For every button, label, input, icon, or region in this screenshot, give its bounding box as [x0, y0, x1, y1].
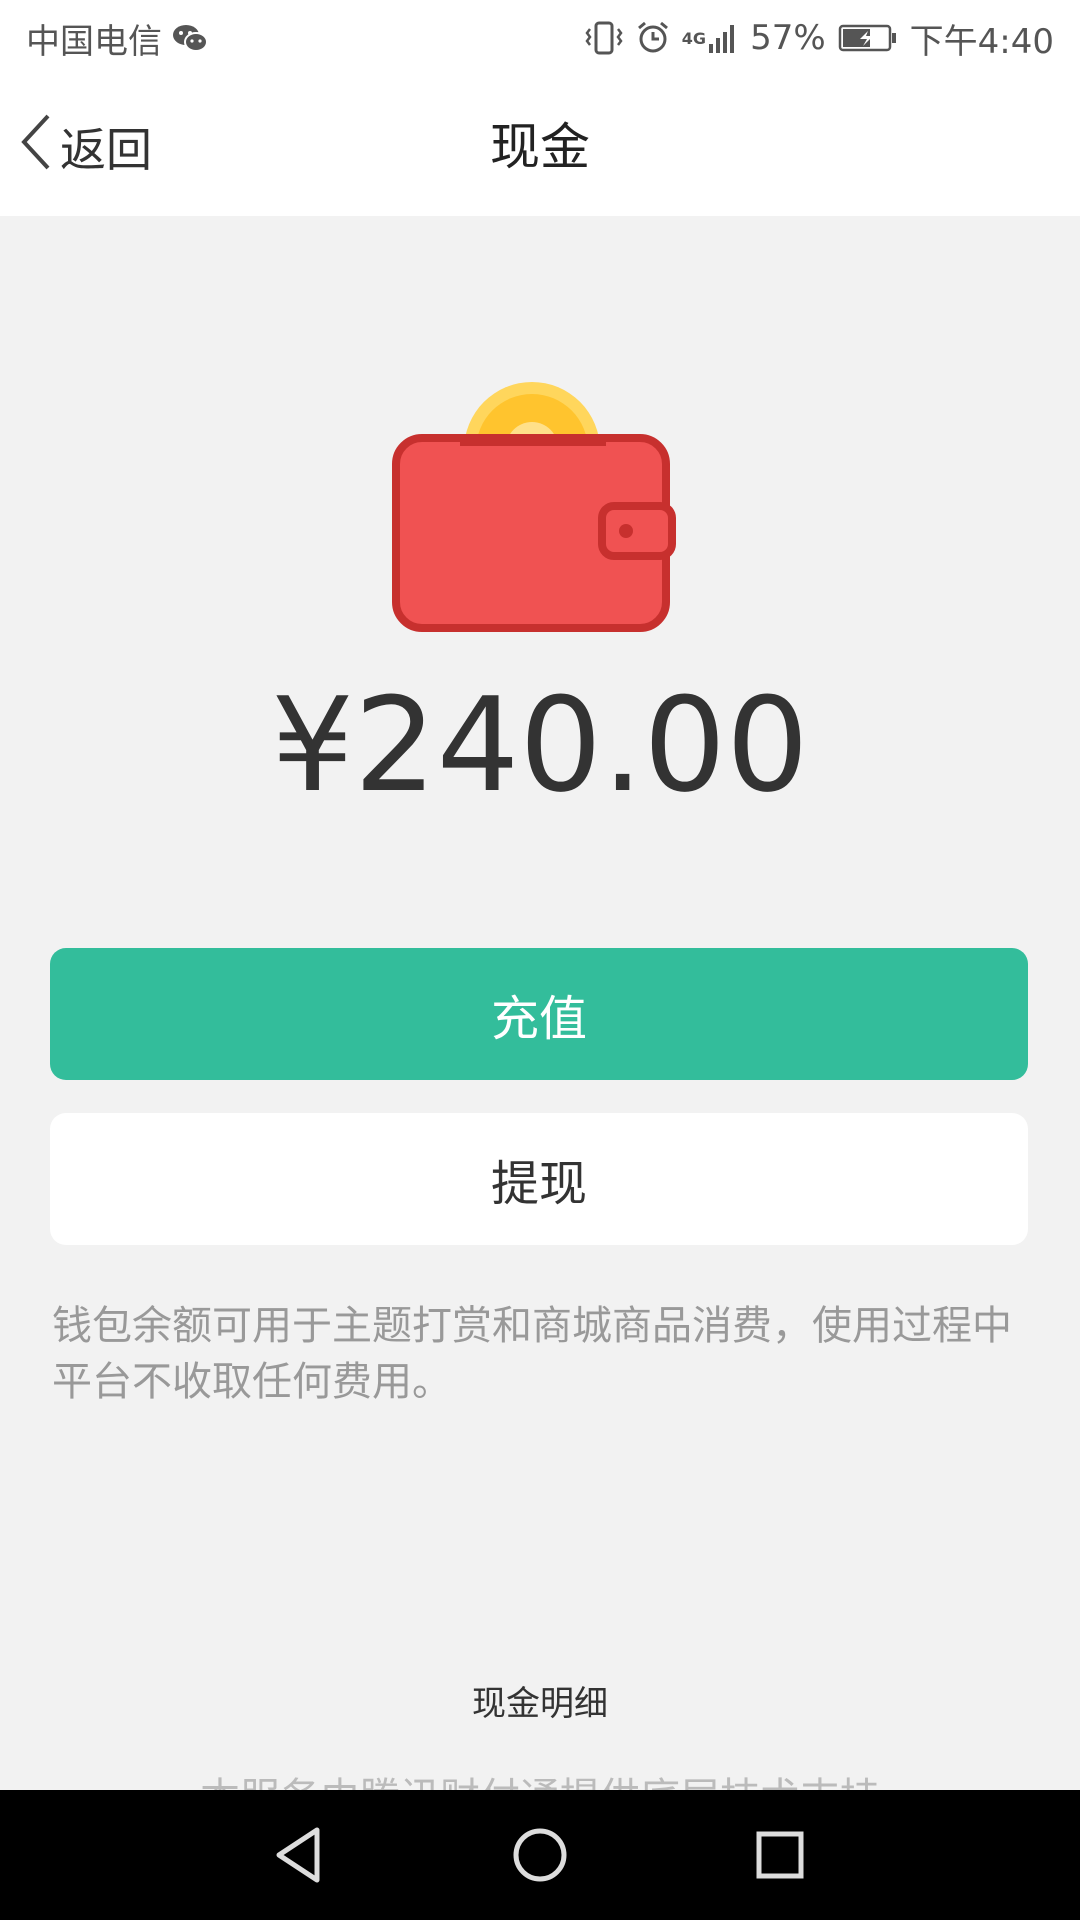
alarm-icon — [636, 21, 670, 55]
recharge-label: 充值 — [490, 991, 587, 1047]
wechat-icon — [172, 23, 208, 53]
status-bar: 中国电信 4G 57% 下午4:40 — [0, 0, 1080, 76]
clock-time: 下午4:40 — [909, 21, 1054, 62]
cash-detail-link[interactable]: 现金明细 — [0, 1676, 1080, 1725]
battery-icon — [838, 23, 898, 53]
back-triangle-icon[interactable] — [265, 1820, 335, 1890]
footer-note: 本服务由腾讯财付通提供底层技术支持 — [0, 1768, 1080, 1792]
page-title: 现金 — [490, 118, 590, 176]
vibrate-icon — [584, 21, 624, 55]
carrier-name: 中国电信 — [26, 21, 162, 62]
status-left: 中国电信 — [26, 14, 208, 63]
withdraw-label: 提现 — [490, 1156, 587, 1212]
signal-icon: 4G — [682, 22, 738, 54]
usage-note: 钱包余额可用于主题打赏和商城商品消费，使用过程中平台不收取任何费用。 — [52, 1303, 1012, 1405]
nav-bar: 返回 现金 — [0, 76, 1080, 216]
home-circle-icon[interactable] — [505, 1820, 575, 1890]
network-type: 4G — [681, 28, 707, 48]
balance-amount: ¥240.00 — [271, 669, 809, 821]
battery-percent: 57% — [750, 18, 826, 58]
status-right: 4G 57% 下午4:40 — [584, 14, 1054, 63]
wallet-icon — [390, 380, 690, 640]
withdraw-button[interactable]: 提现 — [50, 1113, 1028, 1245]
recents-square-icon[interactable] — [745, 1820, 815, 1890]
recharge-button[interactable]: 充值 — [50, 948, 1028, 1080]
system-nav-bar — [0, 1790, 1080, 1920]
